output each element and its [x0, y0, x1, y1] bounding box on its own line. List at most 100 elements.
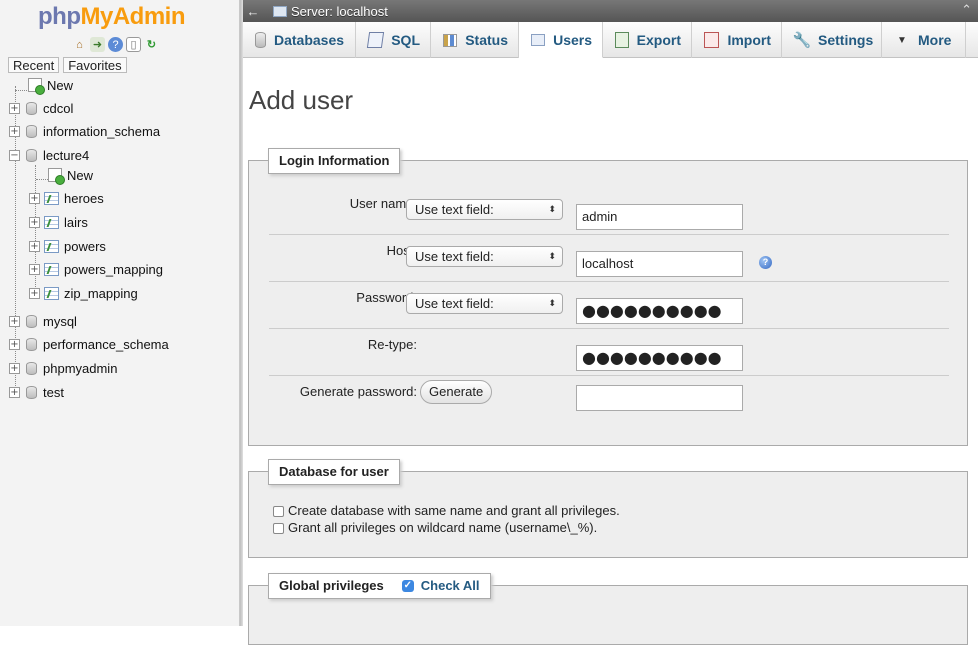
tree-item-label: powers_mapping: [64, 261, 164, 277]
username-input[interactable]: admin: [576, 204, 743, 230]
server-breadcrumb[interactable]: Server: localhost: [291, 4, 388, 19]
logout-icon[interactable]: ➜: [90, 37, 105, 52]
tree-item-lecture4-new[interactable]: New: [48, 164, 93, 186]
tree-item-test[interactable]: + test: [9, 381, 64, 403]
tree-item-zip-mapping[interactable]: + zip_mapping: [29, 282, 138, 304]
create-database-option[interactable]: Create database with same name and grant…: [273, 503, 620, 518]
new-table-icon: [48, 168, 65, 185]
generate-button[interactable]: Generate: [420, 380, 493, 404]
tree-item-phpmyadmin[interactable]: + phpmyadmin: [9, 357, 117, 379]
global-privileges-fieldset: Global privileges ✓ Check All: [248, 573, 968, 645]
tree-item-label: phpmyadmin: [43, 360, 118, 376]
tree-item-heroes[interactable]: + heroes: [29, 187, 104, 209]
retype-password-input[interactable]: ●●●●●●●●●●: [576, 345, 743, 371]
server-icon: [273, 5, 287, 17]
help-icon[interactable]: ?: [759, 256, 772, 269]
database-icon: [255, 32, 266, 48]
expand-icon[interactable]: +: [29, 287, 40, 299]
host-mode-select[interactable]: Use text field: ⬍: [406, 246, 563, 267]
tree-line: [15, 90, 29, 91]
expand-icon[interactable]: +: [9, 386, 20, 398]
tab-more[interactable]: ▼ More: [882, 22, 966, 58]
fieldset-legend: Global privileges ✓ Check All: [268, 573, 491, 599]
select-value: Use text field:: [415, 249, 494, 264]
tree-item-information-schema[interactable]: + information_schema: [9, 120, 160, 142]
tree-item-lairs[interactable]: + lairs: [29, 211, 88, 233]
tree-item-performance-schema[interactable]: + performance_schema: [9, 333, 169, 355]
help-icon[interactable]: ?: [108, 37, 123, 52]
table-icon: [44, 191, 59, 205]
host-input[interactable]: localhost: [576, 251, 743, 277]
fieldset-legend: Login Information: [268, 148, 401, 174]
navigation-panel: phpMyAdmin ⌂ ➜ ? ▯ ↻ Recent Favorites Ne…: [0, 0, 240, 626]
home-icon[interactable]: ⌂: [72, 37, 87, 52]
tree-item-label: New: [47, 77, 74, 93]
wrench-icon: 🔧: [792, 32, 812, 49]
tree-item-lecture4[interactable]: − lecture4: [9, 144, 89, 166]
tree-item-label: cdcol: [43, 100, 74, 116]
tab-label: Status: [465, 32, 508, 48]
table-icon: [44, 262, 59, 276]
tab-status[interactable]: Status: [431, 22, 519, 58]
database-for-user-fieldset: Database for user Create database with s…: [248, 459, 968, 558]
form-row-password: Password: Use text field: ⬍ ●●●●●●●●●●: [269, 282, 949, 329]
grant-wildcard-option[interactable]: Grant all privileges on wildcard name (u…: [273, 520, 597, 535]
tree-item-powers-mapping[interactable]: + powers_mapping: [29, 258, 163, 280]
users-icon: [531, 33, 546, 46]
collapse-top-icon[interactable]: ⌃: [961, 2, 972, 18]
back-arrow-icon[interactable]: ←: [243, 4, 263, 19]
select-arrows-icon: ⬍: [548, 204, 556, 214]
select-arrows-icon: ⬍: [548, 251, 556, 261]
expand-icon[interactable]: +: [9, 315, 20, 327]
docs-icon[interactable]: ▯: [126, 37, 141, 52]
expand-icon[interactable]: +: [9, 362, 20, 374]
recent-tab[interactable]: Recent: [8, 57, 60, 73]
username-mode-select[interactable]: Use text field: ⬍: [406, 199, 563, 220]
tree-item-label: lairs: [64, 214, 88, 230]
tab-label: Settings: [818, 32, 874, 48]
expand-icon[interactable]: +: [29, 192, 40, 204]
tab-users[interactable]: Users: [519, 22, 603, 58]
expand-icon[interactable]: +: [9, 338, 20, 350]
password-input[interactable]: ●●●●●●●●●●: [576, 298, 743, 324]
tab-label: Users: [553, 31, 592, 48]
tab-sql[interactable]: SQL: [356, 22, 431, 58]
expand-icon[interactable]: +: [29, 240, 40, 252]
check-all-checkbox[interactable]: ✓: [401, 580, 414, 592]
tab-settings[interactable]: 🔧 Settings: [782, 22, 882, 58]
form-row-host: Host: Use text field: ⬍ localhost ?: [269, 235, 949, 282]
check-all-label[interactable]: Check All: [421, 574, 480, 598]
tree-item-label: New: [67, 167, 94, 183]
generated-password-input[interactable]: [576, 385, 743, 411]
phpmyadmin-logo[interactable]: phpMyAdmin: [38, 3, 186, 31]
tree-item-label: mysql: [43, 313, 77, 329]
tree-item-label: information_schema: [43, 123, 161, 139]
password-mode-select[interactable]: Use text field: ⬍: [406, 293, 563, 314]
tab-label: Databases: [274, 32, 345, 48]
checkbox[interactable]: [273, 506, 284, 517]
expand-icon[interactable]: +: [29, 216, 40, 228]
expand-icon[interactable]: +: [29, 263, 40, 275]
select-value: Use text field:: [415, 296, 494, 311]
tab-label: SQL: [391, 32, 420, 48]
tab-import[interactable]: Import: [692, 22, 782, 58]
tree-item-mysql[interactable]: + mysql: [9, 310, 77, 332]
page-title: Add user: [249, 85, 354, 115]
checkbox[interactable]: [273, 523, 284, 534]
expand-icon[interactable]: +: [9, 125, 20, 137]
tree-item-cdcol[interactable]: + cdcol: [9, 97, 73, 119]
reload-icon[interactable]: ↻: [144, 37, 159, 52]
database-icon: [26, 314, 37, 328]
expand-icon[interactable]: +: [9, 102, 20, 114]
tab-databases[interactable]: Databases: [243, 22, 356, 58]
select-arrows-icon: ⬍: [548, 298, 556, 308]
tab-export[interactable]: Export: [603, 22, 692, 58]
tree-item-powers[interactable]: + powers: [29, 235, 106, 257]
database-icon: [26, 385, 37, 399]
import-icon: [704, 32, 720, 48]
tree-item-label: test: [43, 384, 64, 400]
database-icon: [26, 337, 37, 351]
tree-item-new[interactable]: New: [28, 74, 73, 96]
collapse-icon[interactable]: −: [9, 149, 20, 161]
favorites-tab[interactable]: Favorites: [63, 57, 127, 73]
